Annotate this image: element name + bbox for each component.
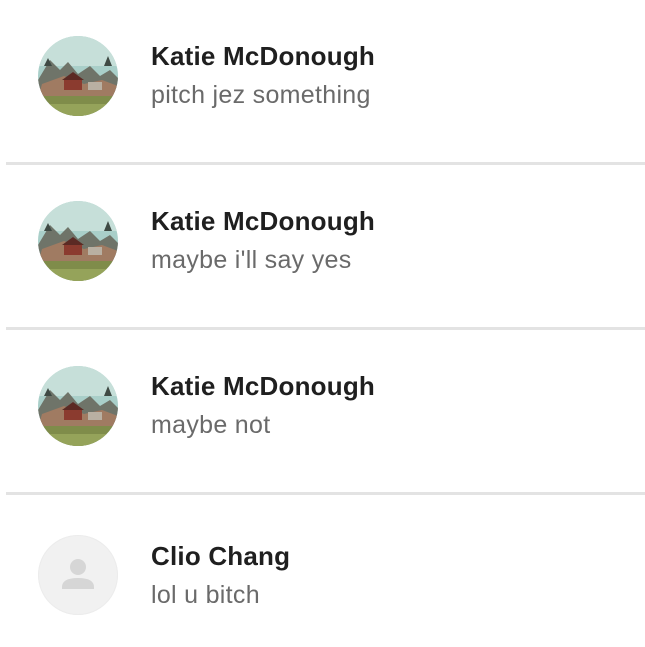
person-icon bbox=[62, 559, 94, 589]
sender-name: Katie McDonough bbox=[151, 206, 375, 236]
sender-name: Katie McDonough bbox=[151, 371, 375, 401]
avatar bbox=[38, 535, 118, 615]
sender-name: Clio Chang bbox=[151, 541, 291, 571]
conversation-list: Katie McDonough pitch jez something Kati… bbox=[0, 0, 645, 647]
list-item[interactable]: Katie McDonough maybe not bbox=[0, 330, 645, 495]
list-item[interactable]: Clio Chang lol u bitch bbox=[0, 495, 645, 647]
avatar bbox=[38, 366, 118, 446]
list-item[interactable]: Katie McDonough maybe i'll say yes bbox=[0, 165, 645, 330]
avatar bbox=[38, 201, 118, 281]
avatar bbox=[38, 36, 118, 116]
message-preview: maybe i'll say yes bbox=[151, 246, 352, 274]
sender-name: Katie McDonough bbox=[151, 41, 375, 71]
landscape-photo-icon bbox=[38, 201, 118, 281]
message-preview: lol u bitch bbox=[151, 581, 260, 609]
message-preview: maybe not bbox=[151, 411, 271, 439]
landscape-photo-icon bbox=[38, 36, 118, 116]
message-preview: pitch jez something bbox=[151, 81, 371, 109]
list-item[interactable]: Katie McDonough pitch jez something bbox=[0, 0, 645, 165]
landscape-photo-icon bbox=[38, 366, 118, 446]
